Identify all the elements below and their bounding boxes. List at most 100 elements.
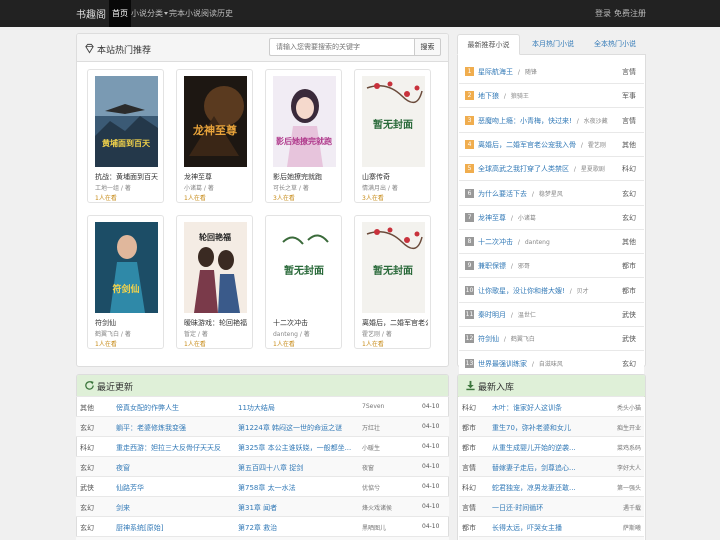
book-cover[interactable]: 轮回艳福 <box>184 222 247 313</box>
rank-author: 水夜沙藏 <box>583 117 608 125</box>
book-card[interactable]: 影后她撩完就跑 影后她撩完就跑 可长之草 / 著 3人在看 <box>265 69 342 203</box>
rank-book-title[interactable]: 让你歌星，没让你和搭大嫂! / 贝才 <box>478 286 589 296</box>
rank-book-title[interactable]: 地下狼 / 狼骑王 <box>478 91 529 101</box>
rank-book-title[interactable]: 龙神至尊 / 小诸葛 <box>478 213 536 223</box>
tab-latest-recommend[interactable]: 最新推荐小说 <box>457 34 520 55</box>
ranking-item[interactable]: 9 兼职保镖 / 邪哥 都市 <box>459 254 644 279</box>
register-link[interactable]: 免费注册 <box>614 0 646 27</box>
rank-book-title[interactable]: 全球高武之我打穿了人类禁区 / 星夏歌剧 <box>478 164 605 174</box>
book-watching[interactable]: 1人在看 <box>184 193 206 202</box>
tab-monthly-hot[interactable]: 本月热门小说 <box>522 34 584 55</box>
book-title[interactable]: 龙神至尊 <box>184 172 250 182</box>
book-cover[interactable]: 暂无封面 <box>362 76 425 167</box>
nav-finished[interactable]: 完本小说 <box>169 0 201 27</box>
ranking-item[interactable]: 4 离婚后，二婚军官老公宠我入骨 / 霍艺刚 其他 <box>459 132 644 157</box>
update-chapter-link[interactable]: 第72章 救治 <box>238 523 358 533</box>
update-chapter-link[interactable]: 第五百四十八章 捉剑 <box>238 463 358 473</box>
book-title[interactable]: 十二次冲击 <box>273 318 339 328</box>
login-link[interactable]: 登录 <box>595 0 611 27</box>
new-book-link[interactable]: 长得太远，吓哭女主播 <box>492 523 604 533</box>
book-card[interactable]: 轮回艳福 暧昧游戏：轮回艳福 暂定 / 著 1人在看 <box>176 215 253 349</box>
ranking-item[interactable]: 12 符剑仙 / 鹤翼飞白 武侠 <box>459 327 644 352</box>
new-book-category: 都市 <box>462 524 476 532</box>
rank-book-title[interactable]: 离婚后，二婚军官老公宠我入骨 / 霍艺刚 <box>478 140 606 150</box>
book-cover[interactable]: 龙神至尊 <box>184 76 247 167</box>
new-book-link[interactable]: 木叶：谁家好人这训条 <box>492 403 604 413</box>
book-title[interactable]: 抗战：黄埔面到百天 <box>95 172 161 182</box>
tab-completed-hot[interactable]: 全本热门小说 <box>584 34 646 55</box>
ranking-item[interactable]: 11 秦时明月 / 温世仁 武侠 <box>459 303 644 327</box>
book-card[interactable]: 黄埔面到百天 抗战：黄埔面到百天 工地一组 / 著 1人在看 <box>87 69 164 203</box>
book-card[interactable]: 暂无封面 离婚后，二婚军官老公 霍艺刚 / 著 1人在看 <box>354 215 431 349</box>
top-navbar: 书趣阁 首页 小说分类 完本小说 阅读历史 登录 免费注册 <box>0 0 720 27</box>
ranking-item[interactable]: 6 为什么要活下去 / 稳梦星风 玄幻 <box>459 181 644 206</box>
rank-book-title[interactable]: 为什么要活下去 / 稳梦星风 <box>478 189 563 199</box>
site-brand[interactable]: 书趣阁 <box>76 6 106 21</box>
update-chapter-link[interactable]: 第31章 闻者 <box>238 503 358 513</box>
update-book-link[interactable]: 剑来 <box>116 503 234 513</box>
new-book-link[interactable]: 从重生成婴儿开始的逆袭... <box>492 443 604 453</box>
rank-book-title[interactable]: 星际航海王 / 随锋 <box>478 67 537 77</box>
update-chapter-link[interactable]: 第1224章 韩闷这一世的命运之谜 <box>238 423 358 433</box>
book-watching[interactable]: 3人在看 <box>362 193 384 202</box>
book-card[interactable]: 龙神至尊 龙神至尊 小诸葛 / 著 1人在看 <box>176 69 253 203</box>
rank-book-title[interactable]: 秦时明月 / 温世仁 <box>478 310 536 320</box>
rank-book-title[interactable]: 符剑仙 / 鹤翼飞白 <box>478 334 535 344</box>
new-book-link[interactable]: 蛇君独宠，凉男龙妻还敢... <box>492 483 604 493</box>
rank-book-title[interactable]: 十二次冲击 / danteng <box>478 237 550 247</box>
book-title[interactable]: 山寨传奇 <box>362 172 428 182</box>
book-watching[interactable]: 1人在看 <box>95 193 117 202</box>
book-watching[interactable]: 3人在看 <box>273 193 295 202</box>
nav-history[interactable]: 阅读历史 <box>201 0 233 27</box>
book-cover[interactable]: 影后她撩完就跑 <box>273 76 336 167</box>
rank-book-title[interactable]: 世界最强训练家 / 自滋味风 <box>478 359 563 369</box>
nav-categories[interactable]: 小说分类 <box>131 0 168 27</box>
rank-category: 玄幻 <box>622 359 636 368</box>
update-book-link[interactable]: 傍真女配的作弊人生 <box>116 403 234 413</box>
ranking-item[interactable]: 13 世界最强训练家 / 自滋味风 玄幻 <box>459 351 644 376</box>
book-cover[interactable]: 符剑仙 <box>95 222 158 313</box>
update-book-link[interactable]: 夜窗 <box>116 463 234 473</box>
book-card[interactable]: 暂无封面 山寨传奇 情满月出 / 著 3人在看 <box>354 69 431 203</box>
ranking-item[interactable]: 5 全球高武之我打穿了人类禁区 / 星夏歌剧 科幻 <box>459 157 644 182</box>
book-watching[interactable]: 1人在看 <box>184 339 206 348</box>
update-author: 黑晒图儿 <box>362 525 387 532</box>
ranking-item[interactable]: 3 恶魔吻上瘾：小青梅，快过来! / 水夜沙藏 言情 <box>459 108 644 133</box>
update-chapter-link[interactable]: 11功大结局 <box>238 403 358 413</box>
book-watching[interactable]: 1人在看 <box>95 339 117 348</box>
new-book-link[interactable]: 一日还·时间循环 <box>492 503 604 513</box>
ranking-item[interactable]: 8 十二次冲击 / danteng 其他 <box>459 230 644 255</box>
rank-book-title[interactable]: 恶魔吻上瘾：小青梅，快过来! / 水夜沙藏 <box>478 116 608 126</box>
search-button[interactable]: 搜索 <box>414 38 441 56</box>
ranking-item[interactable]: 1 星际航海王 / 随锋 言情 <box>459 60 644 84</box>
rank-book-title[interactable]: 兼职保镖 / 邪哥 <box>478 261 530 271</box>
book-title[interactable]: 符剑仙 <box>95 318 161 328</box>
book-watching[interactable]: 1人在看 <box>362 339 384 348</box>
ranking-item[interactable]: 2 地下狼 / 狼骑王 军事 <box>459 84 644 109</box>
new-books-header: 最新入库 <box>458 375 645 397</box>
update-chapter-link[interactable]: 第325章 本公主谁妖娆，一般都坐... <box>238 443 358 453</box>
book-cover[interactable]: 黄埔面到百天 <box>95 76 158 167</box>
update-book-link[interactable]: 躺平：老婆修炼我变强 <box>116 423 234 433</box>
book-card[interactable]: 符剑仙 符剑仙 鹤翼飞白 / 著 1人在看 <box>87 215 164 349</box>
ranking-item[interactable]: 7 龙神至尊 / 小诸葛 玄幻 <box>459 205 644 230</box>
rank-book-name: 龙神至尊 <box>478 213 506 222</box>
update-book-link[interactable]: 厨神系统[原始] <box>116 523 234 533</box>
nav-home[interactable]: 首页 <box>109 0 131 27</box>
new-book-link[interactable]: 重生70，弥补老婆和女儿 <box>492 423 604 433</box>
rank-number: 4 <box>465 139 474 149</box>
search-input[interactable] <box>269 38 415 56</box>
book-title[interactable]: 离婚后，二婚军官老公 <box>362 318 428 328</box>
new-book-link[interactable]: 替嫁妻子走后，剑尊追心... <box>492 463 604 473</box>
book-watching[interactable]: 1人在看 <box>273 339 295 348</box>
download-icon <box>466 380 475 391</box>
book-card[interactable]: 暂无封面 十二次冲击 danteng / 著 1人在看 <box>265 215 342 349</box>
book-cover[interactable]: 暂无封面 <box>273 222 336 313</box>
update-book-link[interactable]: 重走西游：妲拉三大反骨仔天天反 <box>116 443 234 453</box>
ranking-item[interactable]: 10 让你歌星，没让你和搭大嫂! / 贝才 都市 <box>459 278 644 303</box>
update-book-link[interactable]: 仙路芳华 <box>116 483 234 493</box>
book-title[interactable]: 影后她撩完就跑 <box>273 172 339 182</box>
book-cover[interactable]: 暂无封面 <box>362 222 425 313</box>
update-chapter-link[interactable]: 第758章 太一水法 <box>238 483 358 493</box>
book-title[interactable]: 暧昧游戏：轮回艳福 <box>184 318 250 328</box>
